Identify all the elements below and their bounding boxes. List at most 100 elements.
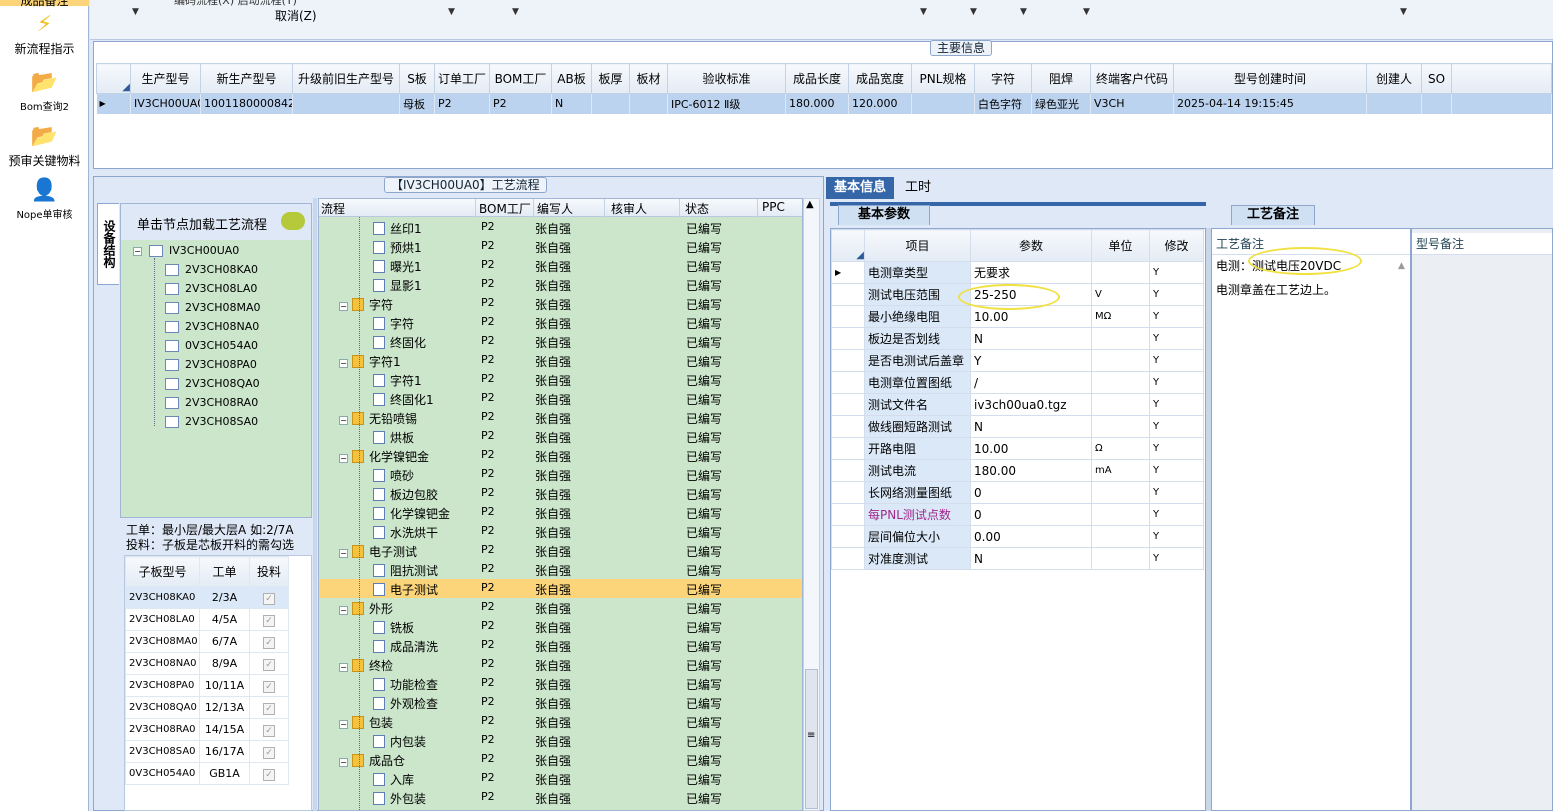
flow-row[interactable]: 烘板 P2 张自强 已编写 <box>319 427 802 446</box>
param-value[interactable]: 0 <box>970 481 1092 504</box>
param-row[interactable]: 长网络测量图纸 0 Y <box>831 481 1204 504</box>
column-header[interactable]: 字符 <box>974 63 1032 94</box>
flow-row[interactable]: 阻抗测试 P2 张自强 已编写 <box>319 560 802 579</box>
param-value[interactable]: 0 <box>970 503 1092 526</box>
column-header[interactable]: 验收标准 <box>667 63 786 94</box>
table-cell[interactable]: 120.000 <box>848 93 912 114</box>
flow-row[interactable]: 显影1 P2 张自强 已编写 <box>319 275 802 294</box>
column-header[interactable]: SO <box>1421 63 1452 94</box>
flow-row[interactable]: − 包装 P2 张自强 已编写 <box>319 712 802 731</box>
column-header[interactable]: 型号创建时间 <box>1173 63 1367 94</box>
table-cell[interactable]: N <box>551 93 592 114</box>
flow-row[interactable]: − 字符 P2 张自强 已编写 <box>319 294 802 313</box>
tree-node[interactable]: 2V3CH08QA0 <box>165 377 260 390</box>
column-header[interactable]: 终端客户代码 <box>1090 63 1174 94</box>
table-row[interactable]: 2V3CH08MA0 6/7A ✓ <box>125 630 289 653</box>
table-cell[interactable]: P2 <box>489 93 552 114</box>
checkbox[interactable]: ✓ <box>263 658 275 671</box>
flow-row[interactable]: 成品清洗 P2 张自强 已编写 <box>319 636 802 655</box>
param-row[interactable]: 板边是否划线 N Y <box>831 327 1204 350</box>
flow-row[interactable]: − 外形 P2 张自强 已编写 <box>319 598 802 617</box>
param-row[interactable]: 层间偏位大小 0.00 Y <box>831 525 1204 548</box>
flow-row[interactable]: 化学镍钯金 P2 张自强 已编写 <box>319 503 802 522</box>
param-value[interactable]: 180.00 <box>970 459 1092 482</box>
column-header[interactable]: BOM工厂 <box>489 63 552 94</box>
column-header[interactable]: 工单 <box>199 556 250 587</box>
param-row[interactable]: 做线圈短路测试 N Y <box>831 415 1204 438</box>
vertical-scrollbar[interactable]: ▲ ≡ <box>803 198 820 811</box>
checkbox[interactable]: ✓ <box>263 724 275 737</box>
param-value[interactable]: / <box>970 371 1092 394</box>
chevron-down-icon[interactable]: ▼ <box>970 7 977 17</box>
table-cell[interactable]: 2025-04-14 19:15:45 <box>1173 93 1367 114</box>
collapse-icon[interactable]: − <box>339 359 348 368</box>
column-header[interactable]: 项目 <box>864 229 971 262</box>
param-row[interactable]: 测试文件名 iv3ch00ua0.tgz Y <box>831 393 1204 416</box>
chevron-down-icon[interactable]: ▼ <box>1020 7 1027 17</box>
column-header[interactable]: 编写人 <box>537 200 573 217</box>
collapse-icon[interactable]: − <box>339 416 348 425</box>
table-cell[interactable] <box>629 93 668 114</box>
scroll-thumb[interactable]: ≡ <box>805 669 818 809</box>
table-row[interactable]: 2V3CH08QA0 12/13A ✓ <box>125 696 289 719</box>
column-header[interactable]: 升级前旧生产型号 <box>292 63 400 94</box>
param-value[interactable]: N <box>970 547 1092 570</box>
flow-row[interactable]: − 成品仓 P2 张自强 已编写 <box>319 750 802 769</box>
flow-row[interactable]: 终固化 P2 张自强 已编写 <box>319 332 802 351</box>
table-cell[interactable]: IPC-6012 Ⅱ级 <box>667 93 786 114</box>
flow-row[interactable]: 功能检查 P2 张自强 已编写 <box>319 674 802 693</box>
column-header[interactable]: PPC <box>762 200 785 214</box>
column-header[interactable]: 生产型号 <box>130 63 201 94</box>
param-value[interactable]: N <box>970 415 1092 438</box>
collapse-icon[interactable]: − <box>339 302 348 311</box>
checkbox[interactable]: ✓ <box>263 680 275 693</box>
flow-row[interactable]: − 字符1 P2 张自强 已编写 <box>319 351 802 370</box>
menu-cancel[interactable]: 取消(Z) <box>275 7 317 24</box>
table-row[interactable]: 2V3CH08RA0 14/15A ✓ <box>125 718 289 741</box>
table-cell[interactable]: 10011800008425 <box>200 93 293 114</box>
table-cell[interactable]: 180.000 <box>785 93 849 114</box>
param-row[interactable]: 对准度测试 N Y <box>831 547 1204 570</box>
table-row[interactable]: 2V3CH08KA0 2/3A ✓ <box>125 586 289 609</box>
scroll-up-icon[interactable]: ▲ <box>806 199 814 210</box>
leftbar-item-nope[interactable]: 👤 Nope单审核 <box>0 178 89 221</box>
table-cell[interactable]: IV3CH00UA0 <box>130 93 201 114</box>
collapse-icon[interactable]: − <box>339 663 348 672</box>
chevron-down-icon[interactable]: ▼ <box>1083 7 1090 17</box>
chevron-down-icon[interactable]: ▼ <box>512 7 519 17</box>
param-row[interactable]: 测试电流 180.00 mA Y <box>831 459 1204 482</box>
flow-row[interactable]: 预烘1 P2 张自强 已编写 <box>319 237 802 256</box>
column-header[interactable]: 单位 <box>1091 229 1150 262</box>
flow-row[interactable]: 电子测试 P2 张自强 已编写 <box>319 579 802 598</box>
table-cell[interactable]: 绿色亚光 <box>1031 93 1091 114</box>
column-header[interactable]: 板厚 <box>591 63 630 94</box>
leftbar-item-material[interactable]: 📂 预审关键物料 <box>0 124 89 169</box>
column-header[interactable]: 新生产型号 <box>200 63 293 94</box>
flow-row[interactable]: 出库P2张自强已编写 <box>319 807 802 810</box>
param-row[interactable]: 是否电测试后盖章 Y Y <box>831 349 1204 372</box>
column-header[interactable]: 核审人 <box>611 200 647 217</box>
column-header[interactable]: 创建人 <box>1366 63 1422 94</box>
flow-row[interactable]: 铣板 P2 张自强 已编写 <box>319 617 802 636</box>
column-header[interactable]: 成品长度 <box>785 63 849 94</box>
splitter[interactable] <box>313 198 317 811</box>
column-header[interactable]: 参数 <box>970 229 1092 262</box>
checkbox[interactable]: ✓ <box>263 746 275 759</box>
note-text-line[interactable]: 电测章盖在工艺边上。 <box>1216 281 1336 298</box>
collapse-icon[interactable]: − <box>339 606 348 615</box>
param-value[interactable]: 0.00 <box>970 525 1092 548</box>
param-value[interactable]: N <box>970 327 1092 350</box>
table-cell[interactable] <box>292 93 400 114</box>
tree-node[interactable]: 2V3CH08KA0 <box>165 263 258 276</box>
tree-node[interactable]: 2V3CH08SA0 <box>165 415 258 428</box>
column-header[interactable]: BOM工厂 <box>479 200 531 217</box>
flow-row[interactable]: − 无铅喷锡 P2 张自强 已编写 <box>319 408 802 427</box>
flow-row[interactable]: 丝印1 P2 张自强 已编写 <box>319 218 802 237</box>
param-row[interactable]: 每PNL测试点数 0 Y <box>831 503 1204 526</box>
leftbar-item-bom[interactable]: 📂 Bom查询2 <box>0 70 89 113</box>
checkbox[interactable]: ✓ <box>263 768 275 781</box>
column-header[interactable]: 板材 <box>629 63 668 94</box>
tree-node[interactable]: 2V3CH08MA0 <box>165 301 261 314</box>
flow-row[interactable]: 曝光1 P2 张自强 已编写 <box>319 256 802 275</box>
chevron-down-icon[interactable]: ▼ <box>1400 7 1407 17</box>
